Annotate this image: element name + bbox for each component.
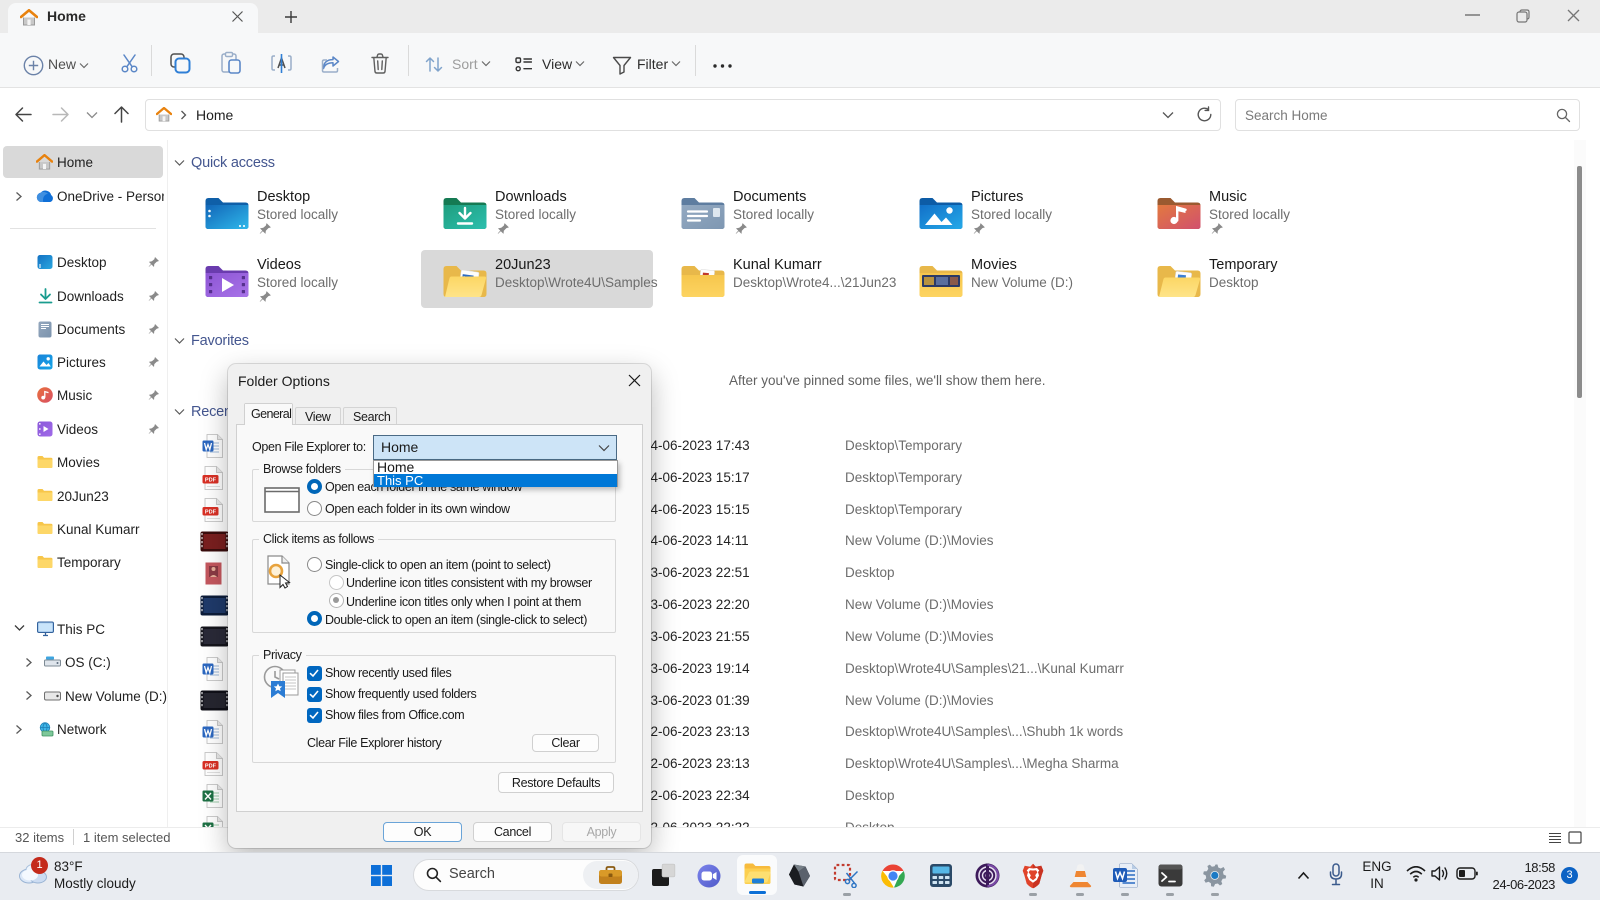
svg-text:PDF: PDF: [205, 764, 217, 770]
svg-text:PDF: PDF: [205, 478, 217, 484]
svg-text:PDF: PDF: [205, 510, 217, 516]
